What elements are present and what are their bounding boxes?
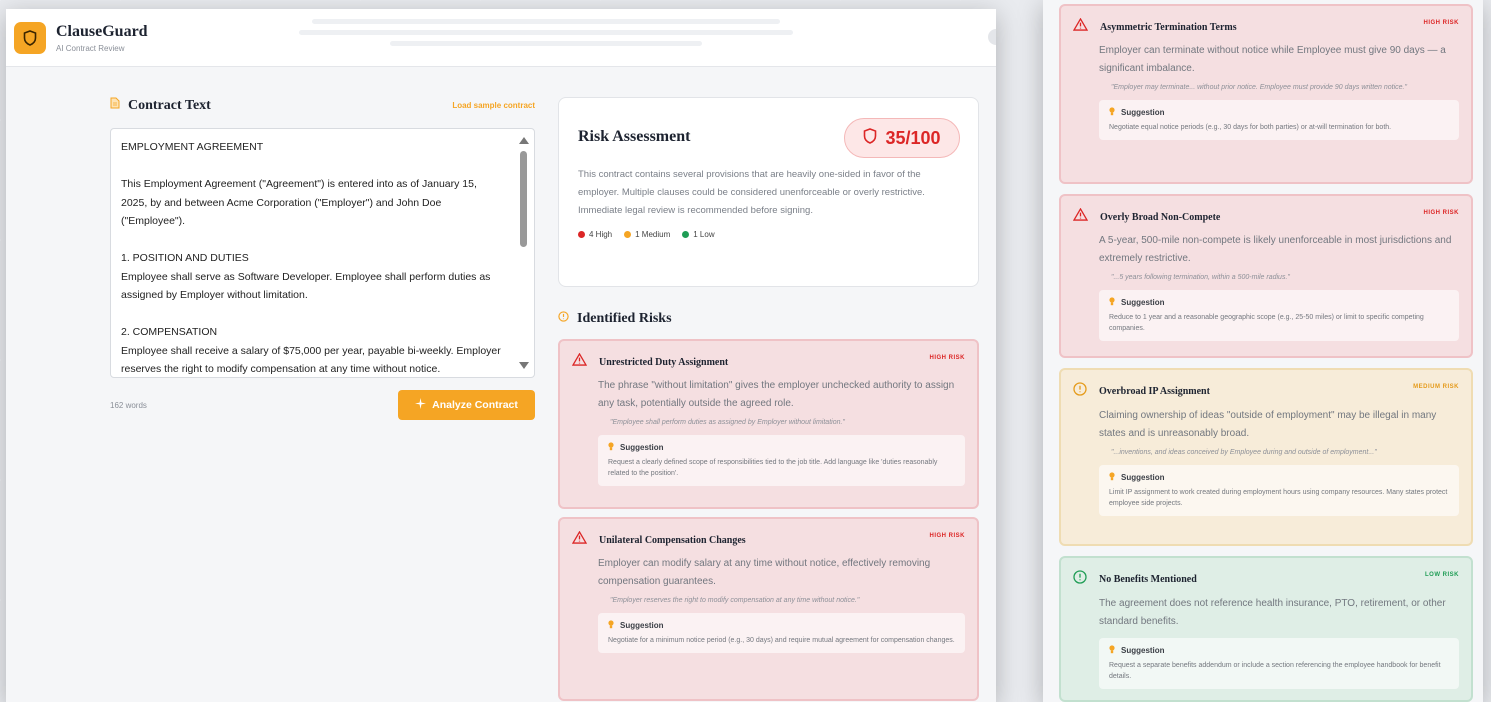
lightbulb-icon [1109,107,1115,118]
shield-icon [863,127,877,149]
lightbulb-icon [608,620,614,631]
app-subtitle: AI Contract Review [56,43,125,53]
word-count: 162 words [110,400,147,410]
alert-circle-icon [558,311,569,327]
risk-level-badge: LOW RISK [1425,572,1459,578]
risk-level-badge: HIGH RISK [1423,210,1459,216]
suggestion-box: Suggestion Request a clearly defined sco… [598,435,965,486]
risk-quote: "...5 years following termination, withi… [1111,274,1290,281]
shield-logo-icon [14,21,46,54]
analyze-button-label: Analyze Contract [432,399,518,411]
contract-section-title: Contract Text [128,97,211,113]
legend-low: 1 Low [682,230,715,239]
risk-card[interactable]: Unrestricted Duty Assignment HIGH RISK T… [558,339,979,509]
textarea-scrollbar[interactable] [518,133,530,373]
legend-high: 4 High [578,230,612,239]
faint-background-text [286,13,806,63]
risk-title: No Benefits Mentioned [1099,574,1197,585]
suggestion-text: Negotiate for a minimum notice period (e… [608,637,955,644]
window-control[interactable] [988,29,996,45]
warning-triangle-icon [1072,17,1089,36]
suggestion-box: Suggestion Negotiate for a minimum notic… [598,613,965,653]
risk-card[interactable]: No Benefits Mentioned LOW RISK The agree… [1059,556,1473,702]
risk-description: The phrase "without limitation" gives th… [598,380,955,409]
risk-card[interactable]: Overbroad IP Assignment MEDIUM RISK Clai… [1059,368,1473,546]
document-icon [110,97,120,114]
risk-level-badge: MEDIUM RISK [1413,384,1459,390]
info-circle-icon [1073,382,1087,401]
risk-score-value: 35/100 [885,127,941,148]
suggestion-box: Suggestion Limit IP assignment to work c… [1099,465,1459,516]
load-sample-link[interactable]: Load sample contract [452,101,535,110]
risk-quote: "...inventions, and ideas conceived by E… [1111,449,1377,456]
suggestion-text: Request a clearly defined scope of respo… [608,459,938,477]
warning-triangle-icon [571,352,588,371]
identified-risks-title: Identified Risks [577,311,672,326]
risk-level-badge: HIGH RISK [929,355,965,361]
results-window: Asymmetric Termination Terms HIGH RISK E… [1043,0,1483,702]
suggestion-text: Request a separate benefits addendum or … [1109,662,1441,680]
top-bar: ClauseGuard AI Contract Review [6,9,996,67]
suggestion-text: Negotiate equal notice periods (e.g., 30… [1109,124,1392,131]
risk-card[interactable]: Asymmetric Termination Terms HIGH RISK E… [1059,4,1473,184]
risk-title: Overly Broad Non-Compete [1100,211,1221,223]
risk-card[interactable]: Unilateral Compensation Changes HIGH RIS… [558,517,979,701]
risk-title: Unrestricted Duty Assignment [599,356,729,368]
risk-description: Claiming ownership of ideas "outside of … [1099,410,1437,439]
contract-textarea[interactable]: EMPLOYMENT AGREEMENT This Employment Agr… [110,128,535,378]
lightbulb-icon [608,442,614,453]
risk-description: Employer can terminate without notice wh… [1099,45,1446,74]
risk-description: Employer can modify salary at any time w… [598,558,931,587]
risk-score-badge: 35/100 [844,118,960,158]
suggestion-label: Suggestion [1121,108,1165,117]
lightbulb-icon [1109,297,1115,308]
warning-triangle-icon [1072,207,1089,226]
risk-title: Overbroad IP Assignment [1099,386,1210,397]
lightbulb-icon [1109,645,1115,656]
suggestion-label: Suggestion [1121,646,1165,655]
risk-title: Unilateral Compensation Changes [599,534,746,546]
contract-text: EMPLOYMENT AGREEMENT This Employment Agr… [121,141,501,375]
suggestion-label: Suggestion [620,443,664,452]
risk-description: A 5-year, 500-mile non-compete is likely… [1099,235,1452,264]
lightbulb-icon [1109,472,1115,483]
warning-triangle-icon [571,530,588,549]
results-column: Risk Assessment 35/100 This contract con… [558,97,979,701]
scroll-thumb[interactable] [520,151,527,247]
analyze-contract-button[interactable]: Analyze Contract [398,390,535,420]
suggestion-text: Reduce to 1 year and a reasonable geogra… [1109,314,1424,332]
suggestion-text: Limit IP assignment to work created duri… [1109,489,1448,507]
suggestion-label: Suggestion [1121,473,1165,482]
suggestion-label: Suggestion [620,621,664,630]
risk-card[interactable]: Overly Broad Non-Compete HIGH RISK A 5-y… [1059,194,1473,358]
app-name: ClauseGuard [56,22,148,40]
main-window: ClauseGuard AI Contract Review Contract … [6,9,996,702]
sparkle-icon [415,398,427,412]
assessment-summary: This contract contains several provision… [578,169,925,216]
risk-level-badge: HIGH RISK [929,533,965,539]
scroll-down-arrow-icon[interactable] [519,362,529,369]
scroll-up-arrow-icon[interactable] [519,137,529,144]
risk-quote: "Employer reserves the right to modify c… [610,597,860,604]
risk-quote: "Employer may terminate... without prior… [1111,84,1407,91]
suggestion-label: Suggestion [1121,298,1165,307]
risk-title: Asymmetric Termination Terms [1100,21,1237,33]
suggestion-box: Suggestion Negotiate equal notice period… [1099,100,1459,140]
risk-level-badge: HIGH RISK [1423,20,1459,26]
risk-assessment-card: Risk Assessment 35/100 This contract con… [558,97,979,287]
contract-panel: Contract Text Load sample contract EMPLO… [110,97,535,420]
risk-quote: "Employee shall perform duties as assign… [610,419,845,426]
risk-description: The agreement does not reference health … [1099,598,1446,627]
risk-legend: 4 High 1 Medium 1 Low [578,230,959,239]
check-circle-icon [1073,570,1087,589]
suggestion-box: Suggestion Reduce to 1 year and a reason… [1099,290,1459,341]
suggestion-box: Suggestion Request a separate benefits a… [1099,638,1459,689]
legend-medium: 1 Medium [624,230,670,239]
